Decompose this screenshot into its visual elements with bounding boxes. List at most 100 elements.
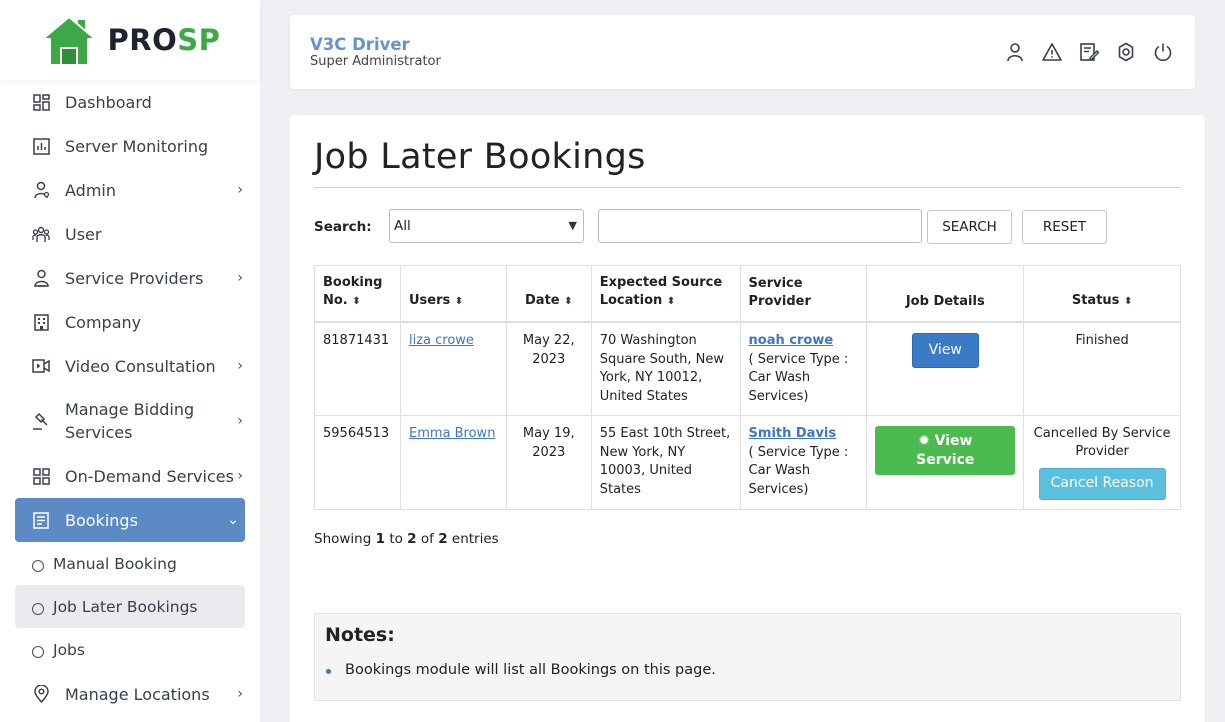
title-divider xyxy=(314,187,1181,188)
sidebar-item-bookings[interactable]: Bookings ⌄ xyxy=(15,498,245,542)
notes-title: Notes: xyxy=(325,624,395,646)
chevron-down-icon: ▼ xyxy=(568,219,577,232)
sort-icon: ⬍ xyxy=(454,296,464,307)
alert-icon[interactable] xyxy=(1042,42,1062,62)
sidebar-item-manage-locations[interactable]: Manage Locations › xyxy=(15,672,245,716)
header-actions xyxy=(1005,42,1173,62)
sidebar-item-label: Server Monitoring xyxy=(65,136,209,156)
reset-button[interactable]: RESET xyxy=(1022,210,1107,244)
table-row: 81871431 liza crowe May 22, 2023 70 Washi… xyxy=(314,321,1181,416)
sidebar-item-user[interactable]: User xyxy=(15,212,245,256)
sidebar-subitem-job-later-bookings[interactable]: Job Later Bookings xyxy=(15,585,245,628)
location-icon xyxy=(32,685,50,703)
bookings-icon xyxy=(32,511,50,529)
provider-link[interactable]: Smith Davis xyxy=(749,426,837,441)
view-service-button[interactable]: ✹ View Service xyxy=(875,426,1016,475)
cancel-reason-button[interactable]: Cancel Reason xyxy=(1038,468,1166,500)
circle-icon xyxy=(32,559,44,572)
sidebar-item-label: Dashboard xyxy=(65,92,152,112)
sidebar-item-dashboard[interactable]: Dashboard xyxy=(15,80,245,124)
service-provider-cell: noah crowe ( Service Type : Car Wash Serv… xyxy=(739,321,868,416)
chevron-right-icon: › xyxy=(237,412,243,429)
column-header-location[interactable]: Expected Source Location ⬍ xyxy=(590,265,741,323)
user-link[interactable]: liza crowe xyxy=(409,333,474,348)
sidebar-item-server-monitoring[interactable]: Server Monitoring xyxy=(15,124,245,168)
dashboard-icon xyxy=(32,93,50,111)
sidebar-item-label: Company xyxy=(65,312,142,332)
circle-icon xyxy=(32,602,44,615)
grid-icon xyxy=(32,467,50,485)
sidebar-item-label: On-Demand Services xyxy=(65,466,234,486)
status-text: Cancelled By Service Provider xyxy=(1033,426,1171,459)
profile-icon[interactable] xyxy=(1005,42,1025,62)
chevron-right-icon: › xyxy=(237,686,243,702)
bookings-table: Booking No. ⬍ Users ⬍ Date ⬍ Expected Sou… xyxy=(314,265,1181,510)
sidebar-subitem-manual-booking[interactable]: Manual Booking xyxy=(15,542,245,585)
sort-icon: ⬍ xyxy=(666,296,676,307)
notes-panel: Notes: Bookings module will list all Boo… xyxy=(314,613,1181,701)
sidebar-item-label: Bookings xyxy=(65,510,138,530)
sidebar-item-video-consultation[interactable]: Video Consultation › xyxy=(15,344,245,388)
sidebar-item-label: Manage Bidding Services xyxy=(65,400,195,442)
sidebar-subitem-label: Manual Booking xyxy=(53,554,177,573)
admin-icon xyxy=(32,181,50,199)
booking-date: May 19, 2023 xyxy=(505,415,592,510)
edit-note-icon[interactable] xyxy=(1079,42,1099,62)
search-label: Search: xyxy=(314,219,372,235)
top-header: V3C Driver Super Administrator xyxy=(290,15,1195,89)
provider-link[interactable]: noah crowe xyxy=(749,333,834,348)
building-icon xyxy=(32,313,50,331)
column-header-booking-no[interactable]: Booking No. ⬍ xyxy=(314,265,401,323)
video-icon xyxy=(32,357,50,375)
sort-icon: ⬍ xyxy=(352,296,361,307)
service-type: ( Service Type : Car Wash Services) xyxy=(748,351,849,404)
provider-icon xyxy=(32,269,50,287)
status-text: Finished xyxy=(1023,321,1181,416)
search-button[interactable]: SEARCH xyxy=(927,210,1012,244)
chevron-right-icon: › xyxy=(237,270,243,286)
booking-date: May 22, 2023 xyxy=(505,321,592,416)
source-location: 55 East 10th Street, New York, NY 10003,… xyxy=(590,415,741,510)
nav-list: Dashboard Server Monitoring Admin › User xyxy=(0,80,260,716)
sidebar-subitem-jobs[interactable]: Jobs xyxy=(15,628,245,672)
user-name: V3C Driver xyxy=(310,35,410,54)
users-icon xyxy=(32,225,50,243)
user-link[interactable]: Emma Brown xyxy=(409,426,495,441)
house-logo-icon xyxy=(42,15,95,64)
sidebar-item-label: Admin xyxy=(65,180,116,200)
chevron-down-icon: ⌄ xyxy=(227,512,239,528)
table-row: 59564513 Emma Brown May 19, 2023 55 East … xyxy=(314,415,1181,510)
circle-icon xyxy=(32,646,44,658)
column-header-status[interactable]: Status ⬍ xyxy=(1023,265,1181,323)
sort-icon: ⬍ xyxy=(1123,296,1133,307)
column-header-service-provider: Service Provider xyxy=(739,265,868,323)
sidebar-item-on-demand-services[interactable]: On-Demand Services › xyxy=(15,454,245,498)
logo[interactable]: PROSP xyxy=(0,0,260,80)
gear-icon[interactable] xyxy=(1116,42,1136,62)
sidebar-item-label: Manage Locations xyxy=(65,684,210,704)
gear-icon: ✹ xyxy=(918,433,930,449)
table-header-row: Booking No. ⬍ Users ⬍ Date ⬍ Expected Sou… xyxy=(314,265,1181,323)
search-input[interactable] xyxy=(598,209,922,243)
sidebar-subitem-label: Jobs xyxy=(53,641,85,659)
page-title: Job Later Bookings xyxy=(314,137,646,177)
search-bar: Search: All ▼ SEARCH RESET xyxy=(314,209,1181,245)
chevron-right-icon: › xyxy=(237,468,243,484)
gavel-icon xyxy=(32,412,50,430)
booking-number: 59564513 xyxy=(314,415,401,510)
column-header-users[interactable]: Users ⬍ xyxy=(399,265,507,323)
pagination-info: Showing 1 to 2 of 2 entries xyxy=(314,531,499,547)
column-header-date[interactable]: Date ⬍ xyxy=(505,265,592,323)
service-provider-cell: Smith Davis ( Service Type : Car Wash Ser… xyxy=(739,415,868,510)
sort-icon: ⬍ xyxy=(564,296,573,307)
sidebar-item-company[interactable]: Company xyxy=(15,300,245,344)
sidebar-item-admin[interactable]: Admin › xyxy=(15,168,245,212)
search-filter-select[interactable]: All ▼ xyxy=(389,209,584,243)
view-button[interactable]: View xyxy=(911,333,979,368)
sidebar-item-manage-bidding-services[interactable]: Manage Bidding Services › xyxy=(15,388,245,454)
chevron-right-icon: › xyxy=(237,182,243,198)
sidebar-item-service-providers[interactable]: Service Providers › xyxy=(15,256,245,300)
column-header-job-details: Job Details xyxy=(866,265,1025,323)
power-icon[interactable] xyxy=(1153,42,1173,62)
chart-icon xyxy=(32,137,50,155)
